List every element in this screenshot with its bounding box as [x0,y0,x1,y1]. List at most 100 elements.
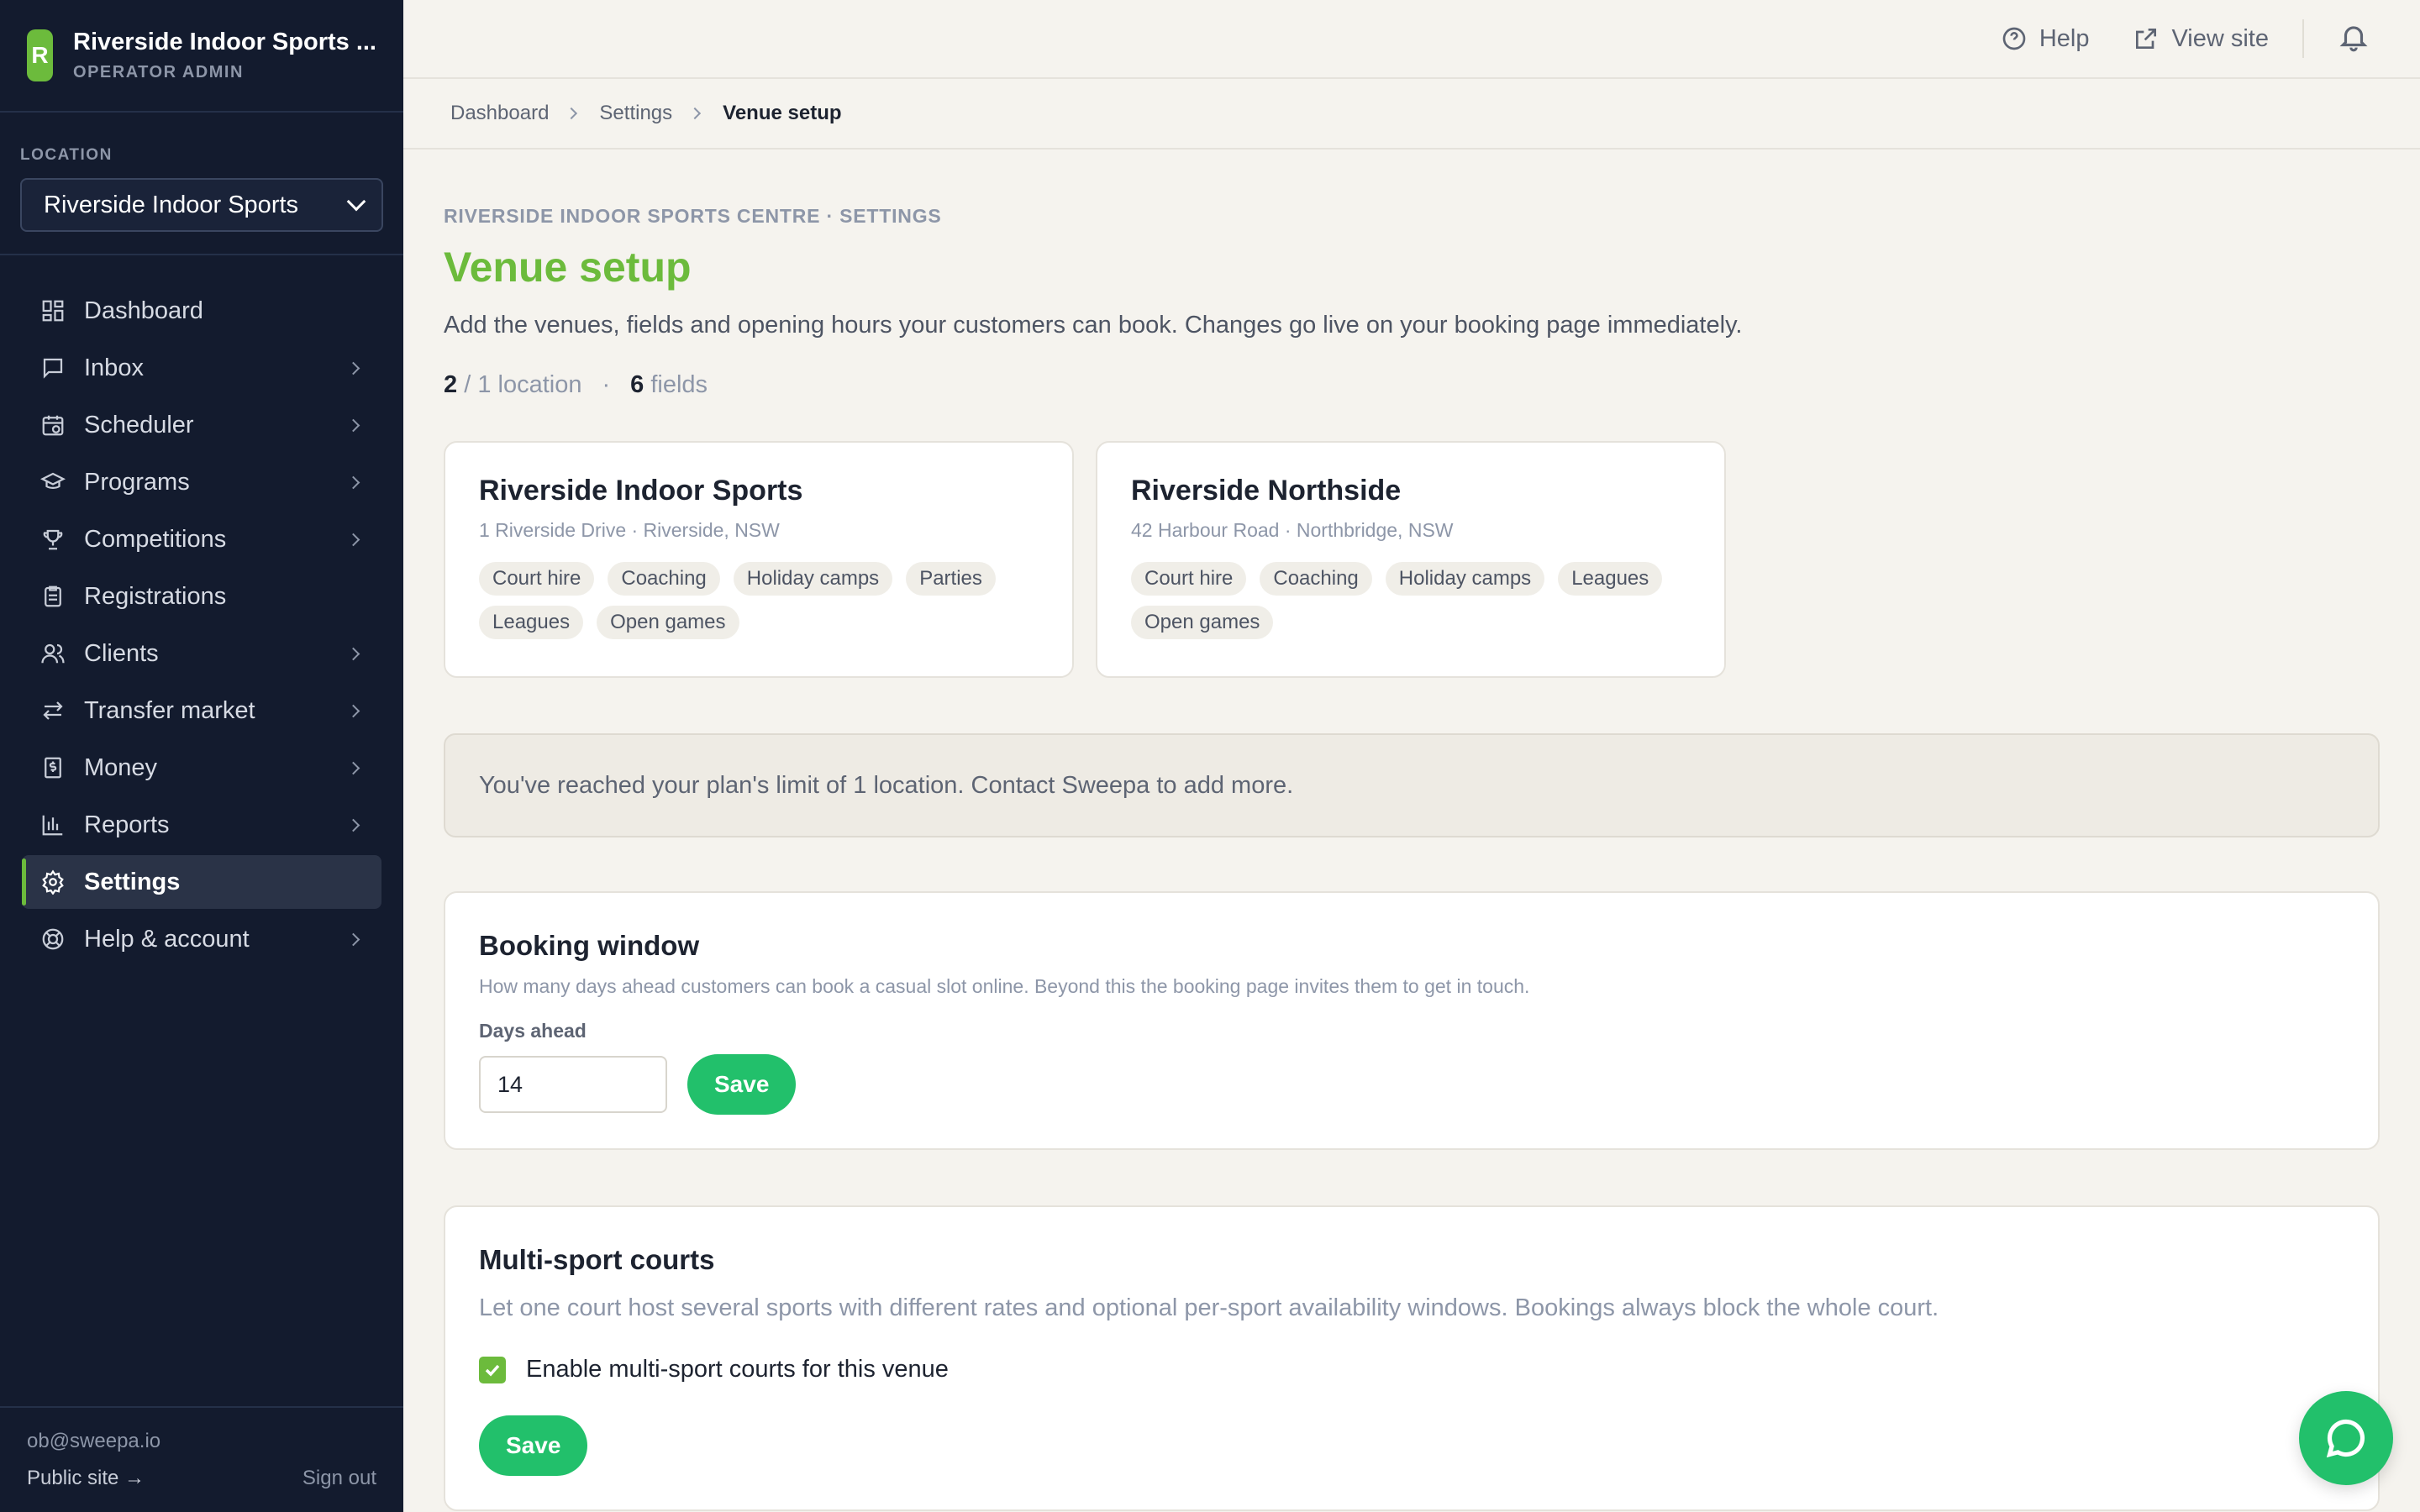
view-site-label: View site [2171,24,2269,52]
chevron-right-icon [346,533,360,546]
user-email: ob@sweepa.io [27,1430,161,1452]
sidebar-item-registrations[interactable]: Registrations [22,570,381,623]
sidebar-item-label: Money [84,753,158,781]
locations-count: 2 [444,371,458,398]
users-icon [40,641,66,666]
days-ahead-input[interactable] [479,1056,667,1113]
sidebar-item-competitions[interactable]: Competitions [22,512,381,566]
sidebar-item-settings[interactable]: Settings [22,855,381,909]
receipt-icon [40,755,66,780]
venue-tag: Open games [1131,606,1274,639]
venue-tag: Holiday camps [733,562,893,596]
sidebar-item-label: Programs [84,468,190,496]
bell-icon [2339,25,2368,51]
sidebar-item-label: Transfer market [84,696,255,724]
chat-bubble-icon [2326,1419,2365,1458]
help-label: Help [2039,24,2090,52]
venue-card[interactable]: Riverside Northside 42 Harbour Road · No… [1096,441,1726,678]
sidebar-item-scheduler[interactable]: Scheduler [22,398,381,452]
multi-sport-checkbox[interactable] [479,1356,506,1383]
chat-button[interactable] [2299,1391,2393,1485]
plan-limit-notice: You've reached your plan's limit of 1 lo… [444,733,2380,837]
venue-tag: Leagues [479,606,584,639]
booking-window-panel: Booking window How many days ahead custo… [444,891,2380,1150]
booking-window-description: How many days ahead customers can book a… [479,975,1530,997]
help-circle-icon [2002,27,2026,50]
multi-sport-description: Let one court host several sports with d… [479,1294,1939,1321]
sidebar-item-inbox[interactable]: Inbox [22,341,381,395]
multi-sport-title: Multi-sport courts [479,1244,715,1275]
sidebar-item-label: Reports [84,811,170,838]
sidebar-item-label: Settings [84,868,181,895]
trophy-icon [40,527,66,552]
sidebar-item-label: Dashboard [84,297,203,324]
booking-window-title: Booking window [479,930,700,961]
booking-window-save-button[interactable]: Save [687,1054,797,1115]
brand[interactable]: R Riverside Indoor Sports ... OPERATOR A… [0,0,403,113]
venue-tag: Open games [597,606,739,639]
sidebar-item-help-account[interactable]: Help & account [22,912,381,966]
venue-name: Riverside Indoor Sports [479,475,803,507]
multi-sport-save-button[interactable]: Save [479,1415,588,1476]
sidebar-item-clients[interactable]: Clients [22,627,381,680]
inbox-icon [40,355,66,381]
brand-logo: R [27,29,54,81]
chevron-down-icon [346,192,366,212]
sidebar-item-label: Competitions [84,525,227,553]
chevron-right-icon [346,647,360,660]
sidebar-nav: Dashboard Inbox Scheduler Programs Compe… [0,255,403,966]
sidebar-item-transfer-market[interactable]: Transfer market [22,684,381,738]
gear-icon [40,869,66,895]
sign-out-link[interactable]: Sign out [302,1467,376,1490]
location-label: LOCATION [20,146,113,164]
venue-stats: 2 / 1 location · 6 fields [444,371,2380,399]
graduation-cap-icon [40,470,66,495]
sidebar-item-dashboard[interactable]: Dashboard [22,284,381,338]
brand-name: Riverside Indoor Sports ... [73,29,376,55]
sidebar-item-programs[interactable]: Programs [22,455,381,509]
venue-card[interactable]: Riverside Indoor Sports 1 Riverside Driv… [444,441,1074,678]
public-site-link[interactable]: Public site → [27,1467,145,1490]
breadcrumb: Dashboard Settings Venue setup [403,79,2420,150]
brand-role: OPERATOR ADMIN [73,63,244,81]
breadcrumb-current: Venue setup [723,102,842,124]
calendar-icon [40,412,66,438]
venue-tag: Parties [906,562,996,596]
help-link[interactable]: Help [2001,24,2090,53]
venue-tag: Court hire [479,562,595,596]
topbar: Help View site [403,0,2420,79]
chevron-right-icon [346,932,360,946]
chevron-right-icon [566,107,578,120]
topbar-divider [2302,19,2304,58]
location-select-value: Riverside Indoor Sports [44,191,299,218]
venue-cards: Riverside Indoor Sports 1 Riverside Driv… [444,441,2380,678]
clipboard-icon [40,584,66,609]
venue-tags: Court hire Coaching Holiday camps League… [1131,562,1669,639]
venue-tag: Coaching [1260,562,1372,596]
chevron-right-icon [346,818,360,832]
multi-sport-checkbox-label: Enable multi-sport courts for this venue [526,1356,949,1383]
main-content: RIVERSIDE INDOOR SPORTS CENTRE · SETTING… [444,150,2380,1511]
bar-chart-icon [40,812,66,837]
breadcrumb-dashboard[interactable]: Dashboard [450,102,549,125]
notifications-button[interactable] [2338,21,2370,57]
view-site-link[interactable]: View site [2133,25,2269,53]
page-description: Add the venues, fields and opening hours… [444,312,1743,339]
sidebar-item-label: Scheduler [84,411,194,438]
chevron-right-icon [689,107,702,120]
chevron-right-icon [346,418,360,432]
sidebar-item-money[interactable]: Money [22,741,381,795]
sidebar-item-reports[interactable]: Reports [22,798,381,852]
sidebar-item-label: Inbox [84,354,144,381]
check-icon [485,1364,500,1377]
venue-tag: Leagues [1558,562,1663,596]
breadcrumb-settings[interactable]: Settings [599,102,672,125]
sidebar-footer: ob@sweepa.io Public site → Sign out [0,1406,403,1512]
location-select[interactable]: Riverside Indoor Sports [20,178,383,232]
venue-tag: Holiday camps [1385,562,1545,596]
multi-sport-checkbox-row[interactable]: Enable multi-sport courts for this venue [479,1356,2344,1383]
multi-sport-panel: Multi-sport courts Let one court host se… [444,1205,2380,1511]
venue-name: Riverside Northside [1131,475,1402,507]
venue-tag: Court hire [1131,562,1247,596]
sidebar: R Riverside Indoor Sports ... OPERATOR A… [0,0,403,1512]
